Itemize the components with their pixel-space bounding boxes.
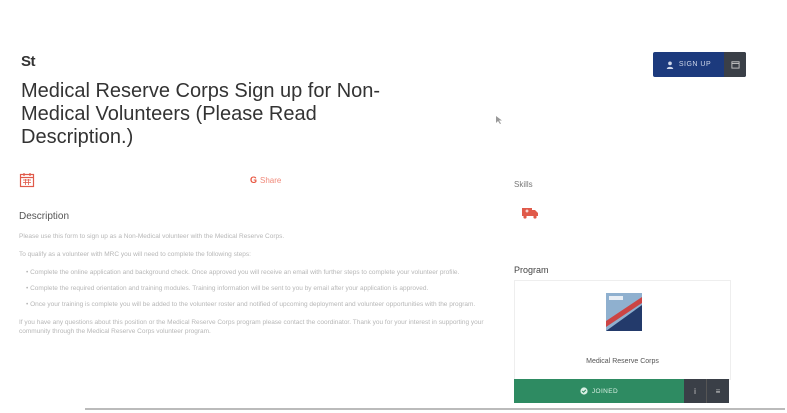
- joined-main[interactable]: JOINED: [514, 379, 684, 403]
- joined-button[interactable]: JOINED i ≡: [514, 379, 729, 403]
- share-link[interactable]: G Share: [250, 175, 281, 185]
- description-bullet: Complete the online application and back…: [26, 268, 489, 277]
- calendar-icon[interactable]: [19, 172, 35, 188]
- google-icon: G: [250, 175, 258, 185]
- divider: [85, 408, 785, 410]
- description-body: Please use this form to sign up as a Non…: [19, 232, 489, 345]
- description-list: Complete the online application and back…: [19, 268, 489, 309]
- calendar-add-icon: [730, 61, 740, 69]
- program-name: Medical Reserve Corps: [586, 358, 659, 365]
- page: St Medical Reserve Corps Sign up for Non…: [0, 0, 787, 413]
- program-card[interactable]: Medical Reserve Corps: [514, 280, 731, 380]
- site-logo[interactable]: St: [21, 53, 36, 70]
- share-label: Share: [260, 175, 282, 185]
- mouse-cursor-icon: [496, 116, 502, 124]
- description-bullet: Once your training is complete you will …: [26, 300, 489, 309]
- page-title: Medical Reserve Corps Sign up for Non-Me…: [21, 80, 381, 148]
- program-label: Program: [514, 265, 549, 275]
- description-paragraph: To qualify as a volunteer with MRC you w…: [19, 251, 251, 258]
- description-closing: If you have any questions about this pos…: [19, 319, 484, 335]
- user-icon: [666, 61, 674, 69]
- description-bullet: Complete the required orientation and tr…: [26, 284, 489, 293]
- skills-label: Skills: [514, 180, 533, 189]
- sign-up-options-button[interactable]: [724, 52, 746, 77]
- sign-up-label: SIGN UP: [678, 61, 712, 68]
- program-logo: [606, 293, 642, 331]
- ambulance-icon: [522, 208, 538, 219]
- sign-up-button[interactable]: SIGN UP: [653, 52, 746, 77]
- joined-info-button[interactable]: i: [684, 379, 706, 403]
- description-paragraph: Please use this form to sign up as a Non…: [19, 233, 285, 240]
- description-heading: Description: [19, 211, 70, 222]
- sign-up-main[interactable]: SIGN UP: [653, 52, 724, 77]
- joined-label: JOINED: [591, 387, 619, 395]
- check-circle-icon: [580, 387, 588, 395]
- joined-menu-button[interactable]: ≡: [706, 379, 729, 403]
